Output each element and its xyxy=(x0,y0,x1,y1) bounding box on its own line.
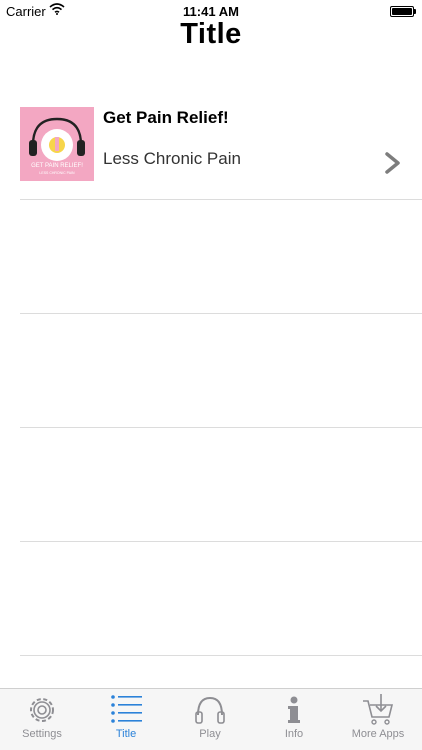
info-icon xyxy=(252,693,336,727)
tab-info[interactable]: Info xyxy=(252,689,336,750)
page-title: Title xyxy=(180,18,242,50)
tab-play[interactable]: Play xyxy=(168,689,252,750)
chevron-right-icon[interactable] xyxy=(384,152,402,179)
list-item[interactable]: GET PAIN RELIEF! LESS CHRONIC PAIN Get P… xyxy=(0,86,422,200)
list-item-subtitle: Less Chronic Pain xyxy=(103,149,241,168)
row-divider xyxy=(20,655,422,656)
tab-bar: Settings Title Play Info More Apps xyxy=(0,688,422,750)
tab-label: Play xyxy=(199,728,221,740)
tab-label: Title xyxy=(115,728,137,740)
gear-icon xyxy=(0,693,84,727)
tab-label: More Apps xyxy=(351,728,405,740)
title-list: GET PAIN RELIEF! LESS CHRONIC PAIN Get P… xyxy=(0,86,422,656)
tab-settings[interactable]: Settings xyxy=(0,689,84,750)
headphones-icon xyxy=(168,693,252,727)
list-item xyxy=(0,542,422,656)
list-item-title: Get Pain Relief! xyxy=(103,108,229,127)
tab-label: Info xyxy=(284,728,304,740)
tab-more-apps[interactable]: More Apps xyxy=(336,689,420,750)
thumb-title: GET PAIN RELIEF! xyxy=(31,163,83,169)
album-cover: GET PAIN RELIEF! LESS CHRONIC PAIN xyxy=(20,107,94,181)
cart-icon xyxy=(336,693,420,727)
tab-label: Settings xyxy=(22,728,62,740)
status-time: 11:41 AM xyxy=(183,4,239,19)
list-item xyxy=(0,200,422,314)
list-item xyxy=(0,428,422,542)
list-item xyxy=(0,314,422,428)
thumb-subtitle: LESS CHRONIC PAIN xyxy=(39,171,75,175)
battery-icon xyxy=(390,6,416,17)
list-icon xyxy=(84,693,168,727)
tab-title[interactable]: Title xyxy=(84,689,168,750)
